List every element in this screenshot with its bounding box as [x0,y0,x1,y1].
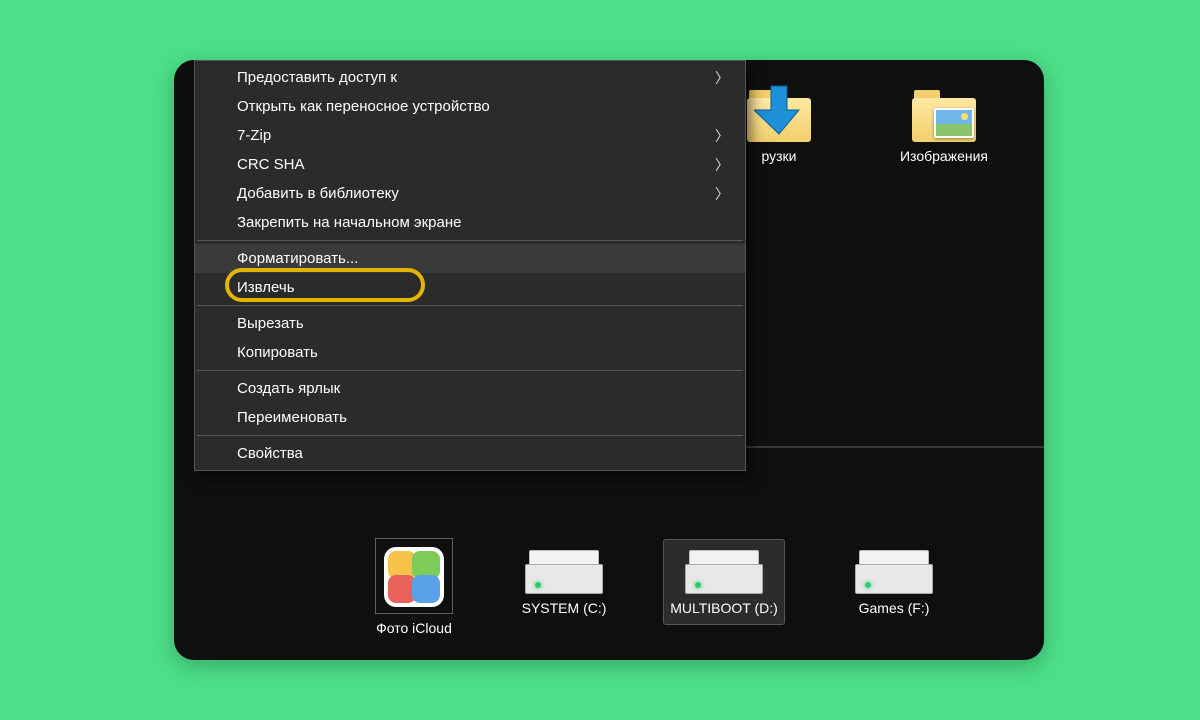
menu-item-label: Открыть как переносное устройство [237,98,490,115]
menu-item-7zip[interactable]: 7-Zip 〉 [195,121,745,150]
menu-item-copy[interactable]: Копировать [195,338,745,367]
drive-system-c[interactable]: SYSTEM (C:) [504,550,624,616]
drive-label: MULTIBOOT (D:) [670,600,778,616]
menu-item-label: Вырезать [237,315,304,332]
menu-item-open-portable-device[interactable]: Открыть как переносное устройство [195,92,745,121]
drive-icon [855,550,933,594]
divider-line [746,446,1044,448]
menu-item-eject[interactable]: Извлечь [195,273,745,302]
drive-icon [525,550,603,594]
icloud-photos-item[interactable]: Фото iCloud [354,538,474,636]
context-menu: Предоставить доступ к 〉 Открыть как пере… [194,60,746,471]
folder-icon [912,90,976,142]
folder-pictures[interactable]: Изображения [884,90,1004,164]
menu-separator [197,435,743,436]
chevron-right-icon: 〉 [715,184,729,204]
menu-item-label: Форматировать... [237,250,358,267]
menu-item-create-shortcut[interactable]: Создать ярлык [195,374,745,403]
menu-separator [197,240,743,241]
download-arrow-icon [754,82,804,138]
menu-item-format[interactable]: Форматировать... [195,244,745,273]
item-label: Фото iCloud [354,620,474,636]
drive-icon [685,550,763,594]
menu-item-share-access[interactable]: Предоставить доступ к 〉 [195,63,745,92]
menu-item-crc-sha[interactable]: CRC SHA 〉 [195,150,745,179]
menu-item-label: Свойства [237,445,303,462]
menu-separator [197,370,743,371]
menu-item-label: Закрепить на начальном экране [237,214,461,231]
menu-item-properties[interactable]: Свойства [195,439,745,468]
chevron-right-icon: 〉 [715,126,729,146]
menu-item-label: Копировать [237,344,318,361]
menu-item-label: Создать ярлык [237,380,340,397]
chevron-right-icon: 〉 [715,68,729,88]
drive-games-f[interactable]: Games (F:) [834,550,954,616]
menu-item-label: Извлечь [237,279,295,296]
picture-thumbnail-icon [934,108,974,138]
menu-item-add-to-library[interactable]: Добавить в библиотеку 〉 [195,179,745,208]
folder-label: Изображения [884,148,1004,164]
menu-item-label: Переименовать [237,409,347,426]
icloud-photos-icon [384,547,444,607]
menu-item-pin-to-start[interactable]: Закрепить на начальном экране [195,208,745,237]
explorer-window: рузки Изображения Фото iCloud [174,60,1044,660]
chevron-right-icon: 〉 [715,155,729,175]
menu-item-label: 7-Zip [237,127,271,144]
drive-multiboot-d[interactable]: MULTIBOOT (D:) [664,540,784,624]
menu-item-rename[interactable]: Переименовать [195,403,745,432]
drive-label: SYSTEM (C:) [504,600,624,616]
menu-item-label: CRC SHA [237,156,305,173]
menu-item-label: Добавить в библиотеку [237,185,399,202]
folder-icon [747,90,811,142]
menu-item-cut[interactable]: Вырезать [195,309,745,338]
menu-separator [197,305,743,306]
menu-item-label: Предоставить доступ к [237,69,397,86]
drive-label: Games (F:) [834,600,954,616]
